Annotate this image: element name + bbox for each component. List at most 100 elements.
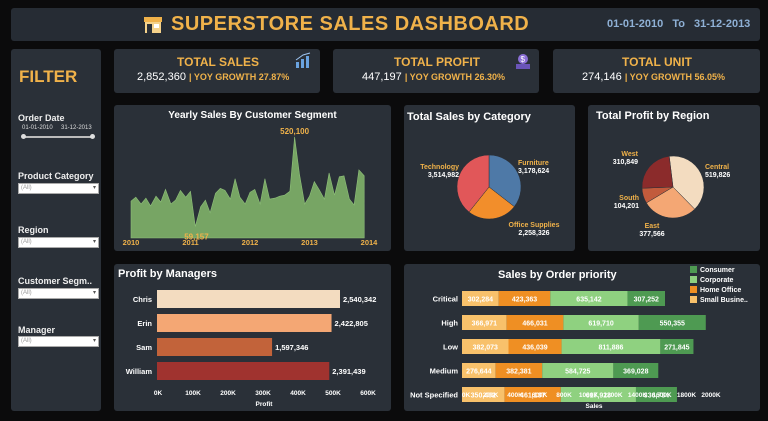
svg-text:$: $: [521, 55, 526, 64]
pie-value: 104,201: [614, 203, 639, 210]
data-label: 584,725: [565, 369, 590, 376]
pie-value: 377,566: [639, 231, 664, 238]
x-tick-label: 1800K: [677, 392, 696, 399]
pie-value: 3,514,982: [428, 172, 459, 179]
x-tick-label: 400K: [290, 390, 306, 397]
x-tick-label: 800K: [556, 392, 572, 399]
data-label: 276,644: [466, 369, 491, 376]
data-label: 2,391,439: [332, 367, 365, 376]
yearly-sales-chart: 2010 2011 2012 2013 2014520,10059,157: [123, 127, 379, 247]
order-date-start: 01-01-2010: [22, 125, 53, 131]
kpi-total-unit: TOTAL UNIT 274,146 | YOY GROWTH 56.05%: [553, 49, 760, 93]
region-select[interactable]: (All) ▾: [18, 237, 99, 248]
x-tick-label: 2000K: [701, 392, 720, 399]
data-label: 550,355: [660, 321, 685, 328]
legend-swatch: [690, 266, 697, 273]
kpi-sales-title: TOTAL SALES: [177, 55, 260, 69]
product-category-select[interactable]: (All) ▾: [18, 183, 99, 194]
data-label: 307,252: [634, 297, 659, 304]
category-label: High: [441, 319, 458, 328]
x-tick-label: 2012: [242, 238, 259, 247]
x-tick-label: 600K: [532, 392, 548, 399]
sales-area: [130, 136, 365, 239]
pie-value: 3,178,624: [518, 168, 549, 175]
filter-label-region: Region: [18, 225, 49, 235]
kpi-total-sales: TOTAL SALES 2,852,360 | YOY GROWTH 27.87…: [114, 49, 320, 93]
x-tick-label: 500K: [325, 390, 341, 397]
x-tick-label: 0K: [154, 390, 163, 397]
x-tick-label: 100K: [185, 390, 201, 397]
date-end: 31-12-2013: [694, 18, 751, 30]
kpi-unit-value: 274,146: [582, 71, 622, 83]
kpi-profit-title: TOTAL PROFIT: [394, 55, 480, 69]
data-label: 302,284: [468, 297, 493, 304]
x-tick-label: 2013: [301, 238, 318, 247]
order-date-label: Order Date: [18, 113, 65, 123]
pie-slice: [641, 155, 674, 189]
pie-value: 519,826: [705, 172, 730, 179]
pie-label: West: [621, 151, 638, 158]
filter-title: FILTER: [19, 67, 78, 86]
customer-segment-select[interactable]: (All) ▾: [18, 288, 99, 299]
manager-bar: [157, 314, 332, 332]
area-annotation: 59,157: [184, 232, 209, 241]
category-label: Chris: [133, 295, 152, 304]
x-tick-label: 600K: [360, 390, 376, 397]
x-tick-label: 200K: [483, 392, 499, 399]
pie-label: East: [645, 223, 660, 230]
category-pie-chart: Furniture3,178,624 Office Supplies2,258,3…: [420, 154, 560, 237]
date-start: 01-01-2010: [607, 18, 664, 30]
x-axis-label: Profit: [256, 401, 274, 408]
manager-bar: [157, 362, 330, 380]
legend-label: Small Busine..: [700, 297, 748, 304]
filter-label-manager: Manager: [18, 325, 56, 335]
x-axis-label: Sales: [586, 403, 603, 410]
data-label: 382,073: [473, 345, 498, 352]
managers-bar-chart: Chris 2,540,342 Erin 2,422,805 Sam 1,597,346 W…: [126, 290, 376, 408]
legend-swatch: [690, 276, 697, 283]
x-tick-label: 200K: [220, 390, 236, 397]
legend-swatch: [690, 296, 697, 303]
filter-panel: FILTER Order Date 01-01-2010 31-12-2013 …: [11, 49, 101, 411]
pie-label: Office Supplies: [509, 222, 560, 229]
data-label: 635,142: [576, 297, 601, 304]
kpi-unit-title: TOTAL UNIT: [622, 55, 692, 69]
kpi-profit-growth: | YOY GROWTH 26.30%: [404, 72, 506, 82]
category-label: Low: [443, 343, 458, 352]
category-label: Critical: [433, 295, 458, 304]
pie-value: 2,258,326: [518, 230, 549, 237]
priority-panel: Sales by Order priority Critical 302,284 4…: [404, 264, 760, 411]
filter-label-customer-segment: Customer Segm..: [18, 276, 93, 286]
date-slider-end-handle[interactable]: [90, 134, 95, 139]
chevron-down-icon: ▾: [92, 290, 96, 296]
category-panel: Total Sales by Category Furniture 3,178,6…: [404, 105, 575, 251]
x-tick-label: 2014: [361, 238, 379, 247]
chevron-down-icon: ▾: [92, 185, 96, 191]
date-range-slider[interactable]: [23, 136, 93, 138]
x-tick-label: 1600K: [652, 392, 671, 399]
store-icon: [144, 17, 162, 33]
legend-label: Consumer: [700, 267, 735, 274]
order-date-end: 31-12-2013: [61, 125, 92, 131]
filter-label-product-category: Product Category: [18, 171, 94, 181]
header-bar: SUPERSTORE SALES DASHBOARD 01-01-2010 To…: [11, 8, 760, 41]
chevron-down-icon: ▾: [92, 338, 96, 344]
data-label: 423,363: [512, 297, 537, 304]
data-label: 811,886: [599, 345, 624, 352]
category-label: Erin: [137, 319, 152, 328]
yearly-sales-panel: Yearly Sales By Customer Segment 2010 201…: [114, 105, 391, 251]
manager-bar: [157, 290, 340, 308]
data-label: 382,381: [506, 369, 531, 376]
kpi-unit-growth: | YOY GROWTH 56.05%: [624, 72, 726, 82]
manager-bar: [157, 338, 273, 356]
manager-select[interactable]: (All) ▾: [18, 336, 99, 347]
data-label: 366,971: [472, 321, 497, 328]
data-label: 369,028: [623, 369, 648, 376]
x-tick-label: 300K: [255, 390, 271, 397]
date-slider-start-handle[interactable]: [21, 134, 26, 139]
category-label: Medium: [430, 367, 459, 376]
data-label: 619,710: [588, 321, 613, 328]
pie-label: South: [619, 195, 639, 202]
bar-growth-icon: [295, 52, 311, 68]
x-tick-label: 400K: [507, 392, 523, 399]
